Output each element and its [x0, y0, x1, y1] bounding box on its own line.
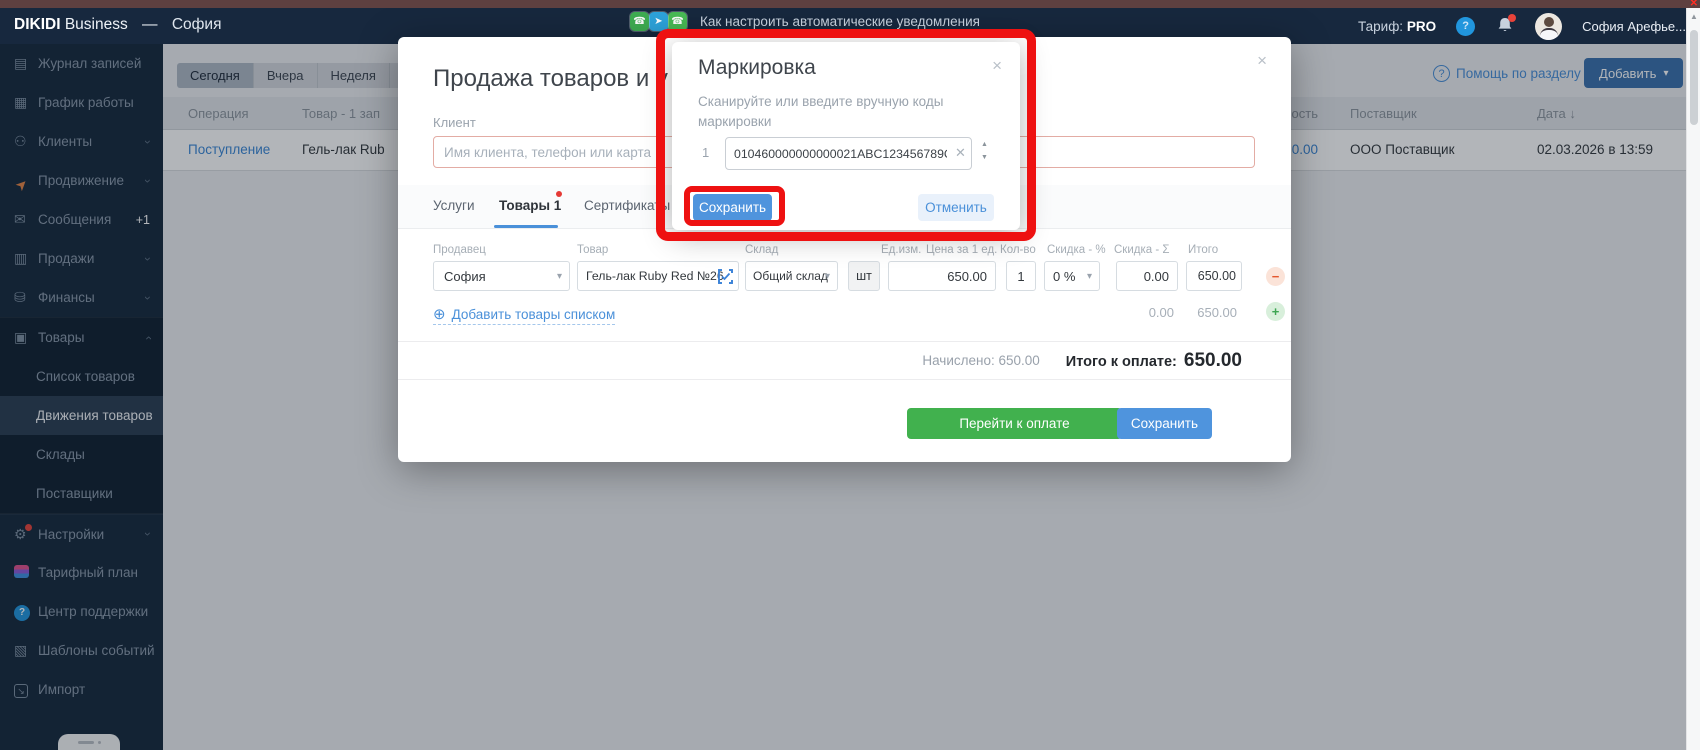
marking-cancel-button[interactable]: Отменить	[918, 194, 994, 221]
qty-input[interactable]: 1	[1006, 261, 1036, 291]
page-scrollbar[interactable]: ▲	[1686, 8, 1700, 750]
marking-subtitle: Сканируйте или введите вручную коды марк…	[698, 92, 996, 132]
col-price: Цена за 1 ед.	[926, 244, 997, 256]
tab-goods[interactable]: Товары 1	[499, 198, 561, 213]
add-row-button[interactable]: +	[1266, 302, 1285, 321]
subtotal-total: 650.00	[1186, 305, 1237, 320]
col-unit: Ед.изм.	[881, 244, 921, 256]
brand: DIKIDI Business — София	[14, 16, 221, 34]
user-name[interactable]: София Арефье...	[1582, 19, 1686, 34]
close-icon[interactable]: ×	[1257, 51, 1267, 71]
plus-circle-icon: ⊕	[433, 305, 446, 323]
viber-icon: ☎	[668, 12, 687, 31]
sale-save-button[interactable]: Сохранить	[1117, 408, 1212, 439]
stock-select[interactable]: Общий склад ▾	[745, 261, 838, 291]
org-name: София	[172, 16, 222, 33]
recording-close-icon[interactable]: ✕	[1690, 0, 1698, 9]
seller-select[interactable]: София ▾	[433, 261, 570, 291]
accrued-total: Начислено: 650.00	[922, 353, 1039, 368]
tariff-badge[interactable]: Тариф: PRO	[1358, 19, 1436, 34]
brand-logo: DIKIDI	[14, 16, 61, 33]
announcement-text: Как настроить автоматические уведомления	[700, 14, 980, 29]
dropdown-arrow-icon: ▾	[825, 271, 830, 282]
col-seller: Продавец	[433, 244, 486, 256]
announcement-banner[interactable]: ☎ ➤ ☎ Как настроить автоматические уведо…	[630, 12, 980, 31]
scan-marking-icon[interactable]	[718, 269, 733, 287]
marking-modal-title: Маркировка	[698, 56, 816, 80]
dropdown-arrow-icon: ▾	[1087, 271, 1092, 282]
brand-dash: —	[142, 16, 158, 33]
col-product: Товар	[577, 244, 608, 256]
add-goods-list-link[interactable]: ⊕ Добавить товары списком	[433, 305, 615, 325]
spinner-up-icon[interactable]: ▲	[981, 141, 988, 148]
clear-code-icon[interactable]: ✕	[955, 145, 966, 161]
topbar-right: Тариф: PRO ? София Арефье...	[1358, 8, 1686, 44]
close-icon[interactable]: ×	[992, 56, 1002, 76]
tab-goods-alert-dot	[556, 191, 562, 197]
product-input[interactable]: Гель-лак Ruby Red №26	[577, 261, 739, 291]
recording-strip	[0, 0, 1700, 8]
unit-cell: шт	[848, 261, 880, 291]
spinner-down-icon[interactable]: ▼	[981, 154, 988, 161]
col-discount-sum: Скидка - Σ	[1114, 244, 1169, 256]
client-label: Клиент	[433, 115, 476, 130]
scrollbar-thumb[interactable]	[1690, 30, 1698, 125]
col-stock: Склад	[745, 244, 778, 256]
col-qty: Кол-во	[1000, 244, 1036, 256]
remove-row-button[interactable]: −	[1266, 267, 1285, 286]
discount-sum-input[interactable]: 0.00	[1116, 261, 1178, 291]
divider	[398, 379, 1291, 380]
price-input[interactable]: 650.00	[888, 261, 996, 291]
totals-row: Начислено: 650.00 Итого к оплате: 650.00	[398, 342, 1242, 379]
avatar[interactable]	[1535, 13, 1562, 40]
tab-certificates[interactable]: Сертификаты	[584, 198, 670, 213]
col-total: Итого	[1188, 244, 1218, 256]
code-row-index: 1	[702, 145, 709, 160]
help-icon[interactable]: ?	[1456, 17, 1475, 36]
marking-modal: Маркировка × Сканируйте или введите вруч…	[672, 42, 1020, 230]
go-to-payment-button[interactable]: Перейти к оплате	[907, 408, 1122, 439]
dropdown-arrow-icon: ▾	[557, 271, 562, 282]
telegram-icon: ➤	[649, 12, 668, 31]
subtotal-discount: 0.00	[1116, 305, 1174, 320]
amount-due: Итого к оплате: 650.00	[1066, 350, 1242, 372]
marking-code-input[interactable]	[725, 137, 972, 170]
discount-pct-select[interactable]: 0 % ▾	[1044, 261, 1100, 291]
col-discount-pct: Скидка - %	[1047, 244, 1106, 256]
notifications-bell-icon[interactable]	[1495, 16, 1515, 36]
app-screen: ✕ DIKIDI Business — София ☎ ➤ ☎ Как наст…	[0, 0, 1700, 750]
sale-modal-title: Продажа товаров и у	[433, 65, 668, 93]
whatsapp-icon: ☎	[630, 12, 649, 31]
marking-save-button[interactable]: Сохранить	[693, 194, 772, 221]
tab-services[interactable]: Услуги	[433, 198, 475, 213]
row-total-cell: 650.00	[1186, 261, 1242, 291]
scroll-up-icon[interactable]: ▲	[1690, 12, 1698, 21]
active-tab-underline	[494, 225, 558, 228]
